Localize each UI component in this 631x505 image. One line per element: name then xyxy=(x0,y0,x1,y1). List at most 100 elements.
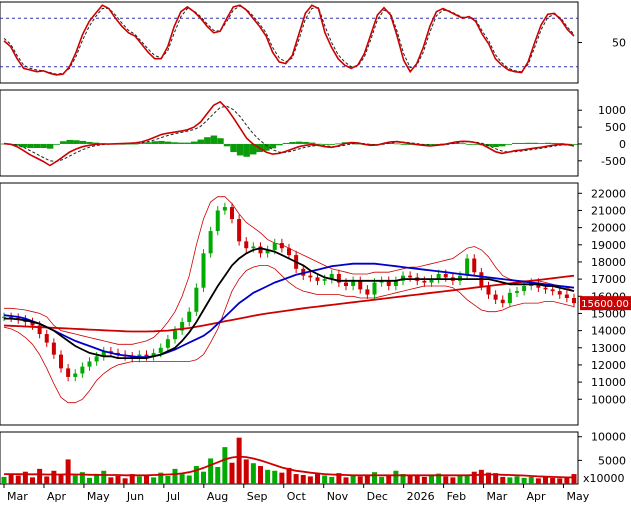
price-candle xyxy=(215,210,220,232)
macd-histogram-bar xyxy=(236,143,244,156)
price-candle xyxy=(564,294,569,298)
volume-bar xyxy=(37,468,43,484)
oscillator-main-line xyxy=(3,4,575,76)
macd-histogram-bar xyxy=(243,143,250,157)
volume-y-tick-label: 10000 xyxy=(591,431,626,444)
macd-histogram-bar xyxy=(164,141,172,144)
x-axis-tick-label: Feb xyxy=(447,490,466,503)
macd-histogram-bar xyxy=(79,140,87,144)
macd-histogram-bar xyxy=(151,141,159,144)
volume-bar xyxy=(300,475,306,484)
macd-histogram-bar xyxy=(177,142,185,144)
volume-bar xyxy=(201,471,206,484)
price-candle xyxy=(94,356,99,362)
volume-bar xyxy=(122,478,128,484)
macd-histogram-bar xyxy=(394,143,401,145)
volume-unit-label: x10000 xyxy=(583,472,625,485)
price-y-tick-label: 12000 xyxy=(591,359,626,372)
macd-histogram-bar xyxy=(518,142,526,144)
macd-histogram-bar xyxy=(20,143,28,148)
x-axis-tick-label: Jun xyxy=(126,490,144,503)
volume-bar xyxy=(208,458,214,484)
price-candle xyxy=(493,294,498,300)
price-candle xyxy=(500,299,505,304)
macd-y-tick-label: 1000 xyxy=(598,104,626,117)
panel-frame xyxy=(0,1,579,84)
volume-bar xyxy=(535,478,541,484)
moving-average-fast-line xyxy=(4,247,575,360)
macd-histogram-bar xyxy=(210,135,218,144)
price-candle xyxy=(465,258,470,276)
volume-bar xyxy=(101,470,107,484)
price-y-tick-label: 18000 xyxy=(591,256,626,269)
macd-main-line xyxy=(3,100,575,167)
macd-histogram-bar xyxy=(466,143,473,145)
price-candle xyxy=(187,311,192,323)
price-candle xyxy=(194,287,199,312)
macd-histogram-bar xyxy=(73,140,80,144)
price-candle xyxy=(543,287,548,290)
price-candle xyxy=(365,289,370,295)
macd-histogram-bar xyxy=(505,143,512,145)
volume-bar xyxy=(186,475,192,484)
volume-bar xyxy=(58,474,64,484)
x-axis-tick-label: Sep xyxy=(247,490,268,503)
macd-histogram-bar xyxy=(295,141,303,144)
price-candle xyxy=(272,243,277,250)
price-candle xyxy=(572,297,576,304)
volume-bar xyxy=(172,468,178,484)
price-y-tick-label: 14000 xyxy=(591,325,626,338)
x-axis-tick-label: Apr xyxy=(527,490,547,503)
macd-histogram-bar xyxy=(276,143,283,146)
volume-bar xyxy=(393,470,399,484)
volume-bar xyxy=(44,476,50,484)
volume-bar xyxy=(471,471,477,484)
macd-histogram-bar xyxy=(512,142,519,144)
x-axis-tick-label: Jul xyxy=(166,490,180,503)
price-y-tick-label: 11000 xyxy=(591,376,626,389)
macd-histogram-bar xyxy=(66,139,74,144)
macd-histogram-bar xyxy=(230,143,237,153)
price-candle xyxy=(308,275,313,278)
volume-bar xyxy=(429,475,434,484)
price-candle xyxy=(51,342,56,355)
macd-histogram-bar xyxy=(40,143,47,149)
price-candle xyxy=(408,275,413,278)
x-axis-tick-label: Apr xyxy=(47,490,67,503)
price-candle xyxy=(557,291,562,295)
macd-histogram-bar xyxy=(571,143,578,145)
volume-bar xyxy=(307,476,313,484)
last-price-label: 15600.00 xyxy=(581,299,629,310)
macd-histogram-bar xyxy=(322,143,329,145)
x-axis-tick-label: Dec xyxy=(367,490,388,503)
price-candle xyxy=(287,248,291,256)
price-candle xyxy=(222,207,227,211)
volume-bar xyxy=(1,476,7,484)
macd-histogram-bar xyxy=(328,143,336,145)
x-axis-tick-label: Mar xyxy=(7,490,28,503)
volume-bar xyxy=(407,475,413,484)
volume-bar xyxy=(421,476,427,484)
price-candle xyxy=(73,373,78,377)
macd-y-tick-label: 500 xyxy=(605,121,626,134)
macd-histogram-bar xyxy=(538,143,545,144)
price-candle xyxy=(358,280,363,290)
price-y-tick-label: 13000 xyxy=(591,342,626,355)
volume-bar xyxy=(557,478,563,484)
macd-histogram-bar xyxy=(308,142,316,144)
macd-histogram-bar xyxy=(59,141,67,144)
volume-bar xyxy=(343,477,349,484)
volume-bar xyxy=(450,477,456,484)
price-y-tick-label: 10000 xyxy=(591,393,626,406)
macd-histogram-bar xyxy=(197,139,205,144)
x-axis-tick-label: Oct xyxy=(287,490,307,503)
volume-bar xyxy=(550,477,556,484)
x-axis-tick-label: May xyxy=(566,490,589,503)
price-candle xyxy=(237,219,242,242)
volume-bar xyxy=(364,475,370,484)
macd-signal-line xyxy=(3,105,575,163)
macd-histogram-bar xyxy=(53,143,60,145)
price-candle xyxy=(87,361,92,367)
price-candle xyxy=(158,347,163,353)
price-candle xyxy=(372,282,377,295)
